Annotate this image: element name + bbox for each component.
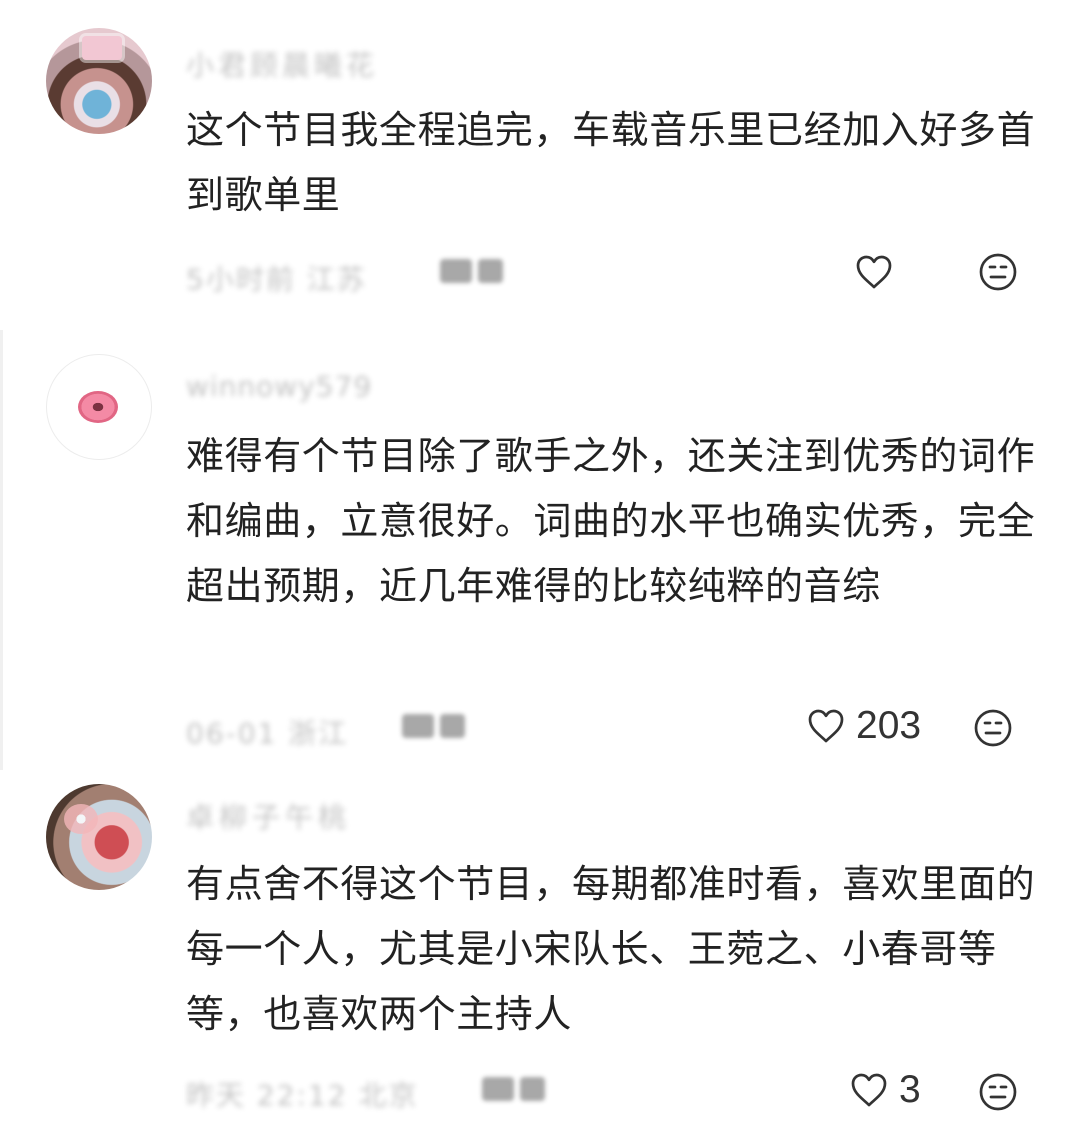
comment-meta: 06-01 浙江 <box>186 717 349 750</box>
expressionless-face-icon <box>976 250 1020 294</box>
comment-text: 有点舍不得这个节目，每期都准时看，喜欢里面的每一个人，尤其是小宋队长、王菀之、小… <box>186 862 1036 1036</box>
like-button[interactable]: 203 <box>804 704 921 748</box>
avatar[interactable] <box>46 28 152 134</box>
username[interactable]: 小君顾晨曦花 <box>186 44 378 84</box>
comment-meta: 5小时前 江苏 <box>186 263 367 296</box>
heart-outline-icon <box>847 1068 891 1112</box>
avatar[interactable] <box>46 784 152 890</box>
reply-button[interactable]: 回复 <box>482 1074 552 1104</box>
dislike-button[interactable] <box>971 706 1015 750</box>
avatar-image <box>82 36 122 60</box>
avatar-image <box>64 804 98 834</box>
avatar[interactable] <box>46 354 152 460</box>
donut-avatar-icon <box>78 391 118 423</box>
like-count: 3 <box>899 1068 921 1111</box>
dislike-button[interactable] <box>976 1070 1020 1114</box>
dislike-button[interactable] <box>976 250 1020 294</box>
like-button[interactable]: 3 <box>847 1068 921 1112</box>
comment-text: 难得有个节目除了歌手之外，还关注到优秀的词作和编曲，立意很好。词曲的水平也确实优… <box>186 434 1036 608</box>
reply-button[interactable]: 回复 <box>440 256 510 286</box>
expressionless-face-icon <box>976 1070 1020 1114</box>
heart-outline-icon <box>852 250 896 294</box>
username[interactable]: winnowy579 <box>186 370 372 403</box>
like-button[interactable] <box>852 250 904 294</box>
comment-text: 这个节目我全程追完，车载音乐里已经加入好多首到歌单里 <box>186 108 1036 217</box>
username[interactable]: 卓柳子午桃 <box>186 796 351 836</box>
heart-outline-icon <box>804 704 848 748</box>
comment-meta: 昨天 22:12 北京 <box>186 1079 419 1112</box>
expressionless-face-icon <box>971 706 1015 750</box>
left-divider <box>0 330 3 770</box>
reply-button[interactable]: 回复 <box>402 711 472 741</box>
like-count: 203 <box>856 704 922 747</box>
